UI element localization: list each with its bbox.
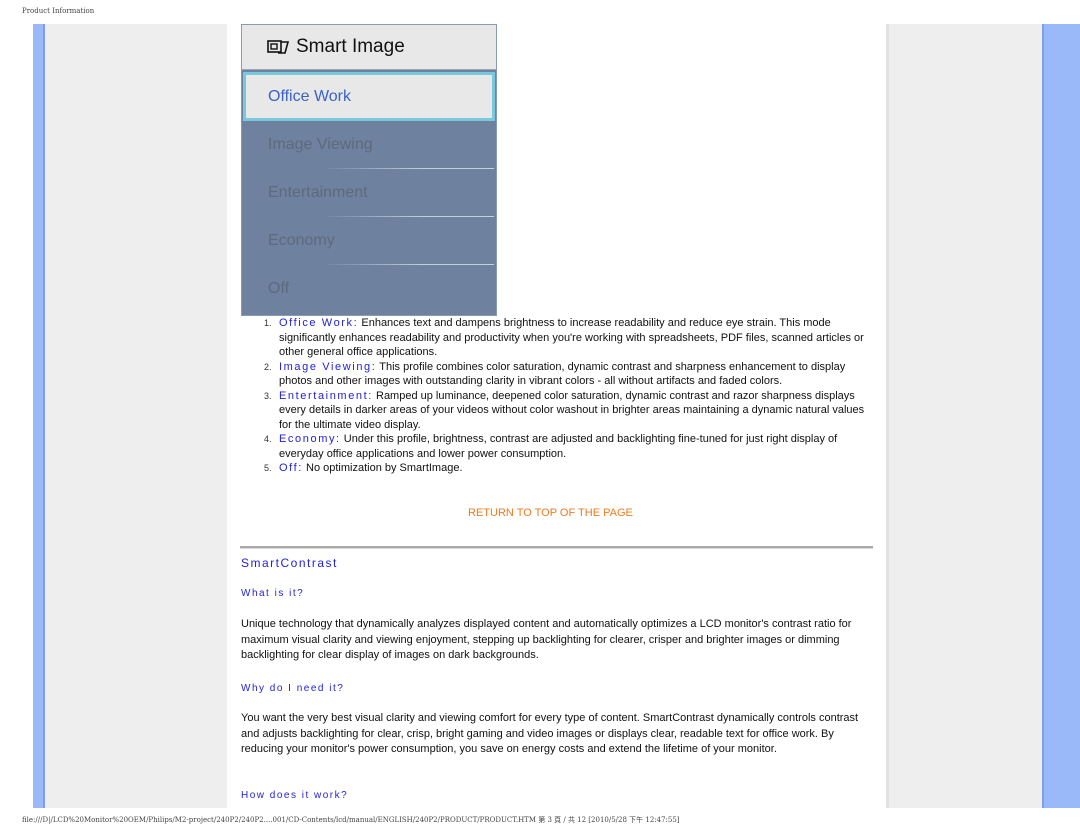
print-header: Product Information: [22, 7, 95, 15]
profile-term: Off:: [279, 462, 303, 474]
osd-item-label: Off: [268, 280, 290, 297]
profile-term: Entertainment:: [279, 389, 373, 402]
osd-item-off: Off: [242, 265, 496, 313]
list-item: 1. Office Work: Enhances text and dampens…: [255, 316, 875, 360]
osd-item-label: Economy: [268, 232, 335, 249]
right-side-panel: [886, 24, 1043, 808]
osd-item-office-work: Office Work: [243, 72, 495, 121]
list-number: 3.: [264, 390, 272, 401]
section-divider: [240, 546, 873, 549]
osd-item-image-viewing: Image Viewing: [242, 121, 496, 169]
profile-term: Image Viewing:: [279, 360, 377, 373]
smartimage-profile-list: 1. Office Work: Enhances text and dampens…: [255, 316, 875, 476]
paragraph-what-is-it: Unique technology that dynamically analy…: [241, 618, 852, 661]
return-to-top-link[interactable]: RETURN TO TOP OF THE PAGE: [468, 507, 633, 519]
list-item: 5. Off: No optimization by SmartImage.: [255, 461, 875, 476]
left-accent-bar: [33, 24, 45, 808]
list-item: 2. Image Viewing: This profile combines c…: [255, 360, 875, 389]
list-number: 4.: [264, 434, 272, 444]
osd-header: Smart Image: [242, 25, 496, 70]
osd-item-economy: Economy: [242, 217, 496, 265]
print-footer-url: file:///D|/LCD%20Monitor%20OEM/Philips/M…: [22, 816, 680, 824]
subheading-what-is-it: What is it?: [241, 588, 305, 599]
osd-item-label: Entertainment: [268, 184, 368, 201]
subheading-how-does-it-work: How does it work?: [241, 790, 349, 801]
subheading-why-do-i-need-it: Why do I need it?: [241, 683, 345, 694]
list-item: 3. Entertainment: Ramped up luminance, de…: [255, 389, 875, 433]
left-side-panel: [45, 24, 227, 808]
profile-description: Under this profile, brightness, contrast…: [279, 433, 838, 460]
profile-description: Enhances text and dampens brightness to …: [279, 317, 864, 358]
profile-description: No optimization by SmartImage.: [302, 462, 463, 474]
osd-title: Smart Image: [296, 36, 405, 57]
section-title-smartcontrast: SmartContrast: [241, 556, 338, 570]
list-item: 4. Economy: Under this profile, brightnes…: [255, 432, 875, 461]
osd-item-label: Image Viewing: [268, 136, 373, 153]
paragraph-why-do-i-need-it: You want the very best visual clarity an…: [241, 712, 859, 755]
smart-image-icon: [267, 40, 290, 54]
osd-item-entertainment: Entertainment: [242, 169, 496, 217]
list-number: 5.: [264, 463, 272, 473]
list-number: 1.: [264, 318, 272, 328]
right-accent-bar: [1042, 24, 1080, 808]
list-number: 2.: [264, 361, 272, 372]
smart-image-osd: Smart Image Office Work Image Viewing En…: [241, 24, 497, 316]
profile-term: Office Work:: [279, 317, 359, 329]
profile-term: Economy:: [279, 433, 341, 445]
